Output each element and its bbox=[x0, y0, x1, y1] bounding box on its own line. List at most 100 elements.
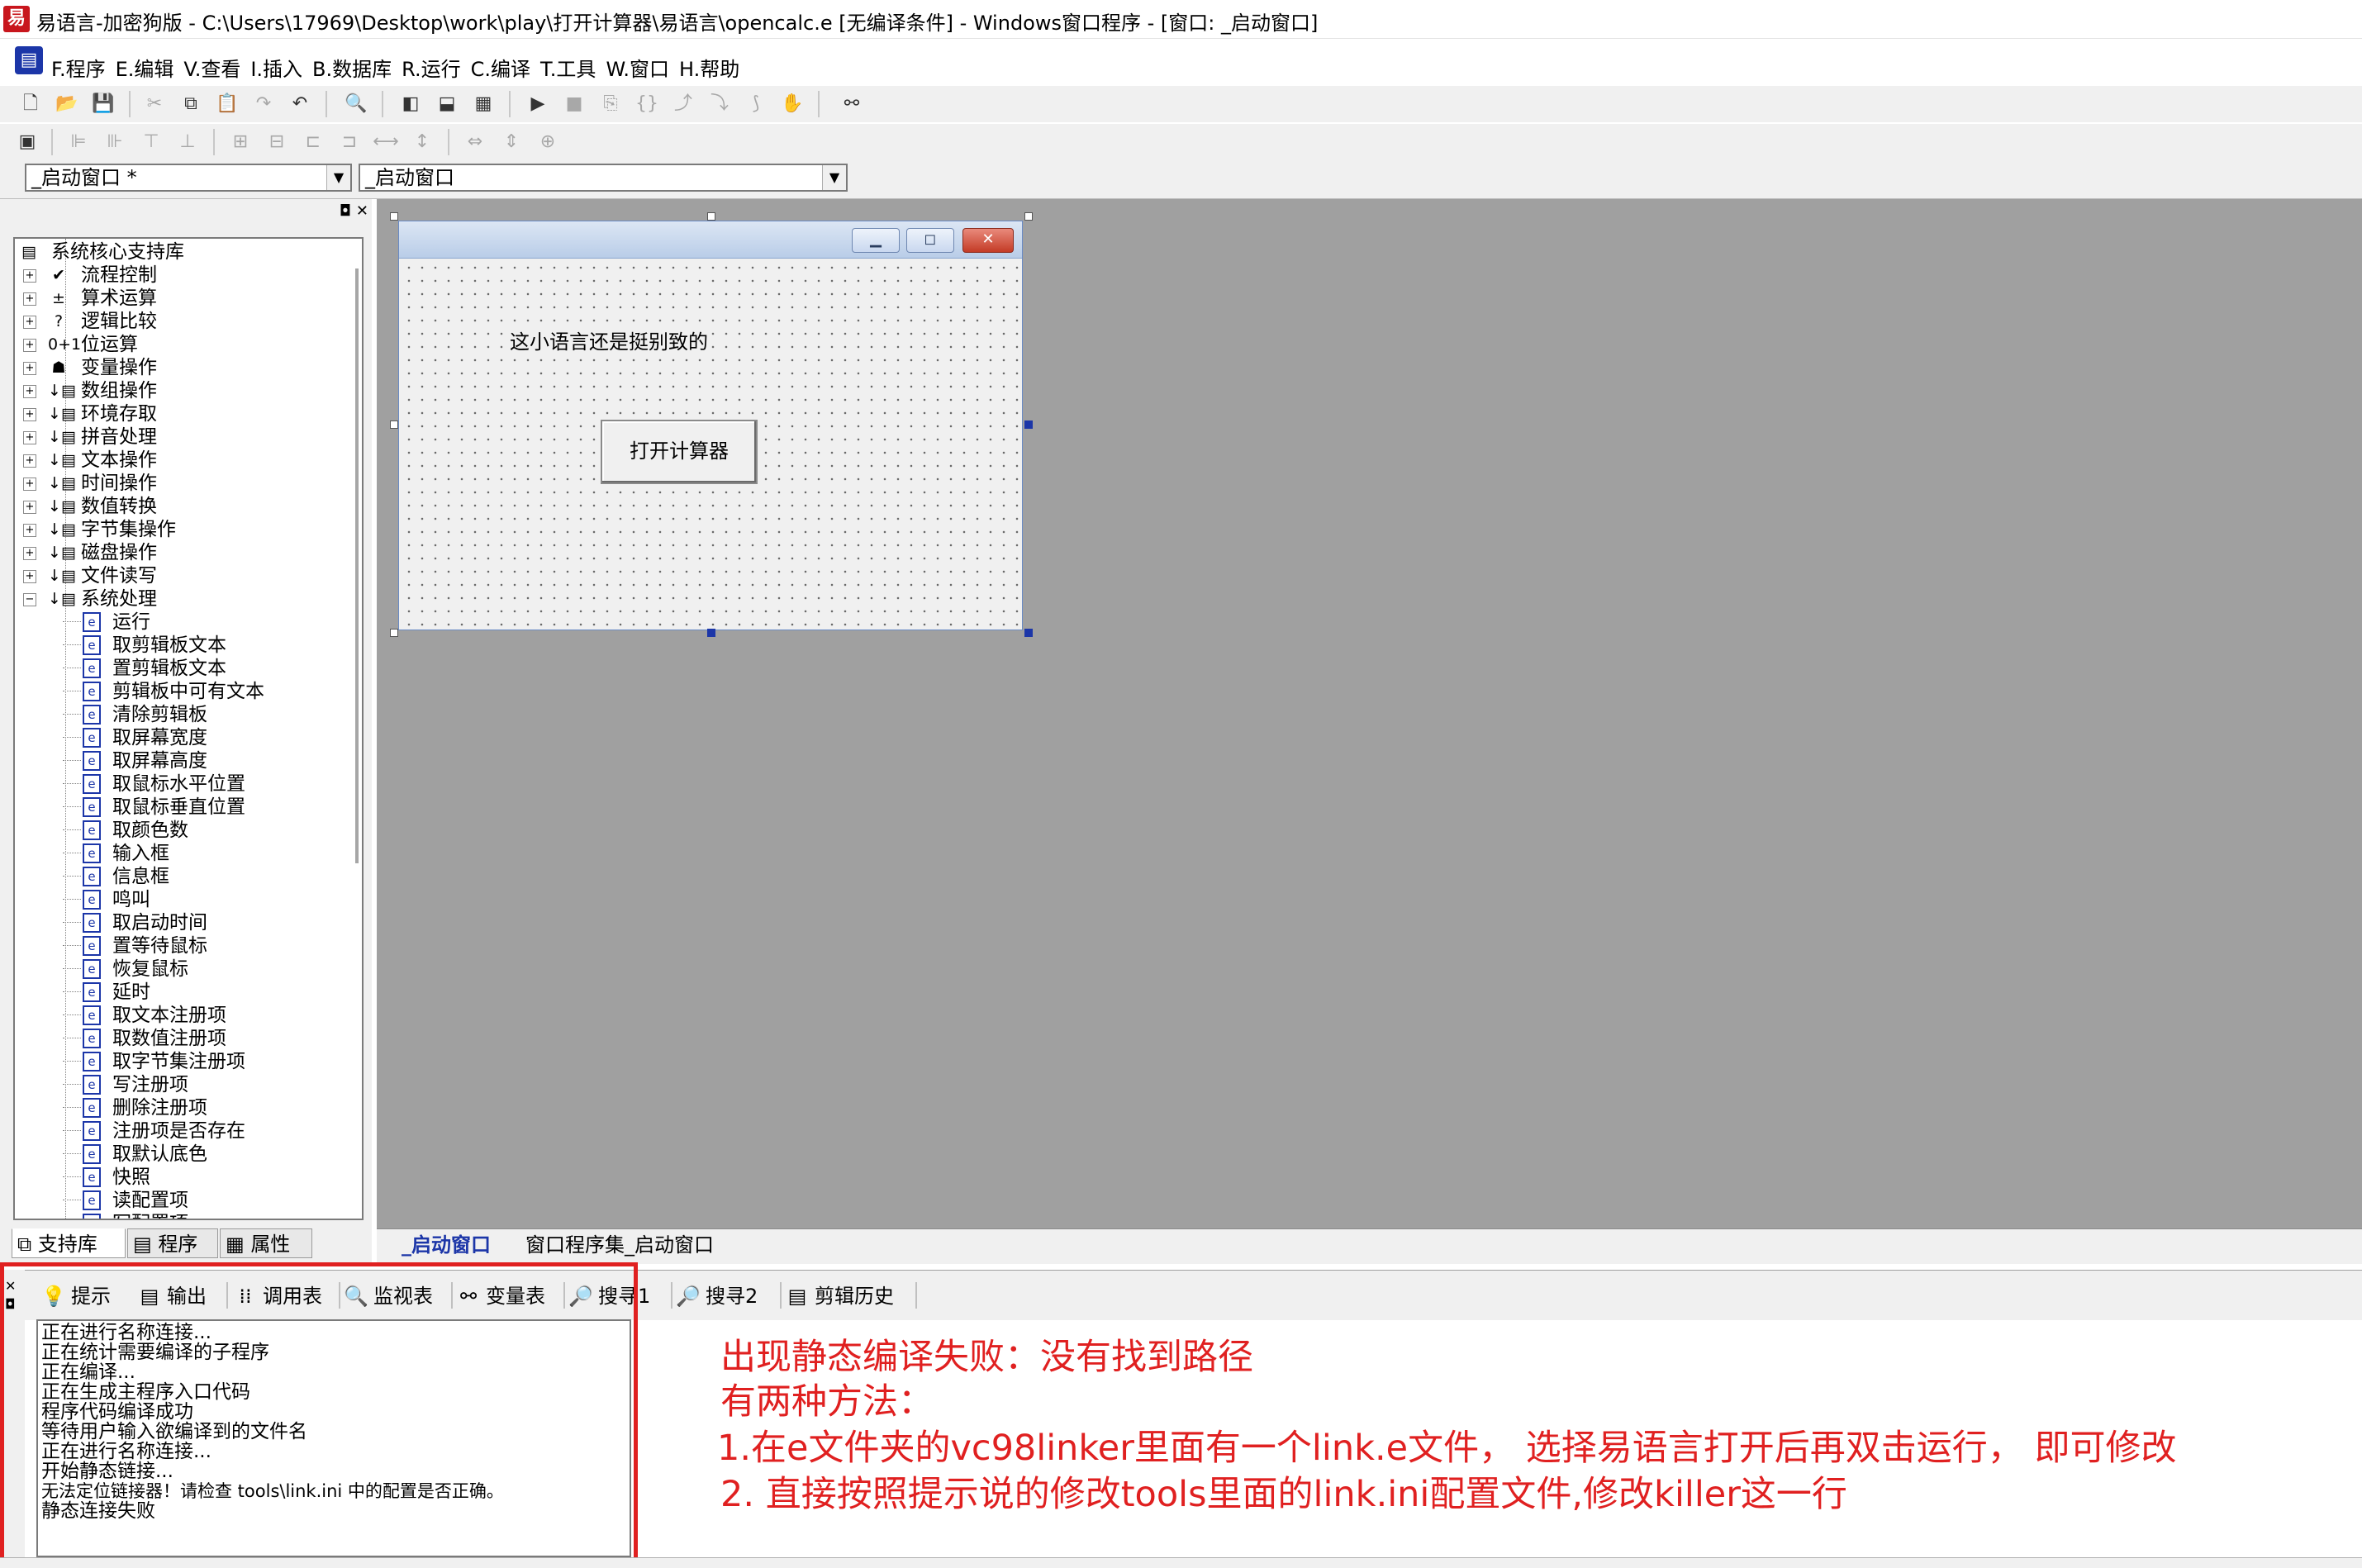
stretch-width-icon[interactable]: ⇔ bbox=[461, 129, 489, 155]
resize-handle[interactable] bbox=[1024, 421, 1033, 429]
menu-compile[interactable]: C.编译 bbox=[469, 53, 539, 82]
resize-handle[interactable] bbox=[1024, 629, 1033, 637]
command-icon: e bbox=[83, 751, 101, 771]
expand-icon[interactable]: + bbox=[23, 316, 36, 329]
maximize-icon[interactable]: ◻ bbox=[906, 228, 954, 253]
hand-icon[interactable]: ✋ bbox=[778, 91, 806, 117]
tree-command-label: 注册项是否存在 bbox=[112, 1120, 245, 1142]
tree-scrollbar[interactable] bbox=[355, 268, 359, 863]
save-icon[interactable]: 💾 bbox=[89, 91, 117, 117]
same-width-icon[interactable]: ⊏ bbox=[299, 129, 327, 155]
find-icon[interactable]: 🔍 bbox=[342, 91, 370, 117]
resize-handle[interactable] bbox=[390, 421, 398, 429]
resize-handle[interactable] bbox=[390, 629, 398, 637]
open-calculator-button[interactable]: 打开计算器 bbox=[601, 420, 758, 484]
menu-insert[interactable]: I.插入 bbox=[249, 53, 311, 82]
undo-icon[interactable]: ↶ bbox=[286, 91, 314, 117]
tab-find2[interactable]: 🔎 搜寻2 bbox=[676, 1281, 758, 1312]
tab-properties[interactable]: ▦ 属性 bbox=[220, 1228, 312, 1258]
document-icon[interactable]: ▤ bbox=[15, 46, 43, 74]
pin-icon[interactable]: ◘ bbox=[340, 202, 351, 220]
tab-support-library[interactable]: ⧉ 支持库 bbox=[12, 1228, 126, 1258]
menu-database[interactable]: B.数据库 bbox=[311, 53, 400, 82]
tab-window-program-set[interactable]: 窗口程序集_启动窗口 bbox=[525, 1231, 714, 1259]
align-top-icon[interactable]: ⊤ bbox=[137, 129, 165, 155]
expand-icon[interactable]: + bbox=[23, 362, 36, 375]
run-to-cursor-icon[interactable]: ⟆ bbox=[742, 91, 770, 117]
stop-icon[interactable]: ■ bbox=[560, 91, 588, 117]
expand-icon[interactable]: + bbox=[23, 454, 36, 468]
step-into-icon[interactable]: {} bbox=[633, 91, 661, 117]
resize-handle[interactable] bbox=[707, 629, 715, 637]
tree-command-label: 取颜色数 bbox=[112, 820, 188, 841]
expand-icon[interactable]: + bbox=[23, 478, 36, 491]
category-icon: 0+1 bbox=[48, 335, 82, 354]
paste-icon[interactable]: 📋 bbox=[213, 91, 241, 117]
expand-icon[interactable]: + bbox=[23, 501, 36, 514]
same-height-icon[interactable]: ⊐ bbox=[335, 129, 364, 155]
expand-icon[interactable]: + bbox=[23, 339, 36, 352]
tab-program[interactable]: ▤ 程序 bbox=[127, 1228, 218, 1258]
chevron-down-icon[interactable]: ▼ bbox=[822, 165, 846, 190]
menu-run[interactable]: R.运行 bbox=[400, 53, 468, 82]
expand-icon[interactable]: + bbox=[23, 292, 36, 306]
step-over-icon[interactable]: ⤴ bbox=[669, 91, 697, 117]
event-combo[interactable]: _启动窗口 ▼ bbox=[359, 164, 848, 192]
step-out-icon[interactable]: ⤵ bbox=[706, 91, 734, 117]
command-icon: e bbox=[83, 867, 101, 886]
center-vertical-icon[interactable]: ⊟ bbox=[263, 129, 291, 155]
layout-grid-icon[interactable]: ▦ bbox=[469, 91, 497, 117]
menu-program[interactable]: F.程序 bbox=[50, 53, 114, 82]
minimize-icon[interactable]: ▁ bbox=[852, 228, 900, 253]
object-combo[interactable]: _启动窗口 * ▼ bbox=[25, 164, 352, 192]
space-horizontal-icon[interactable]: ⟷ bbox=[372, 129, 400, 155]
menu-tools[interactable]: T.工具 bbox=[539, 53, 604, 82]
cut-icon[interactable]: ✂ bbox=[140, 91, 169, 117]
redo-icon[interactable]: ↷ bbox=[250, 91, 278, 117]
stretch-height-icon[interactable]: ⇕ bbox=[497, 129, 525, 155]
expand-icon[interactable]: + bbox=[23, 547, 36, 560]
menu-view[interactable]: V.查看 bbox=[182, 53, 249, 82]
tab-start-window[interactable]: _启动窗口 bbox=[402, 1231, 491, 1259]
step-icon[interactable]: ⎘ bbox=[596, 91, 625, 117]
center-horizontal-icon[interactable]: ⊞ bbox=[226, 129, 254, 155]
expand-icon[interactable]: + bbox=[23, 524, 36, 537]
collapse-icon[interactable]: − bbox=[23, 593, 36, 606]
library-tree[interactable]: ▤ 系统核心支持库 + ✔ 流程控制 + ± 算术运算 +? 逻辑比较 +0+1 位运算 + ☗ 变量操… bbox=[13, 237, 364, 1220]
resize-handle[interactable] bbox=[390, 212, 398, 221]
expand-icon[interactable]: + bbox=[23, 431, 36, 444]
program-icon: ▤ bbox=[133, 1233, 159, 1256]
resize-handle[interactable] bbox=[707, 212, 715, 221]
form-designer-canvas[interactable]: ▁ ◻ ✕ 这小语言还是挺别致的 打开计算器 bbox=[377, 199, 2362, 1228]
form-label[interactable]: 这小语言还是挺别致的 bbox=[506, 325, 711, 354]
expand-icon[interactable]: + bbox=[23, 408, 36, 421]
menu-window[interactable]: W.窗口 bbox=[604, 53, 677, 82]
resize-handle[interactable] bbox=[1024, 212, 1033, 221]
run-icon[interactable]: ▶ bbox=[524, 91, 552, 117]
center-form-icon[interactable]: ⊕ bbox=[534, 129, 562, 155]
expand-icon[interactable]: + bbox=[23, 385, 36, 398]
menu-edit[interactable]: E.编辑 bbox=[114, 53, 183, 82]
tab-clip-history[interactable]: ▤ 剪辑历史 bbox=[785, 1281, 894, 1312]
open-folder-icon[interactable]: 📂 bbox=[53, 91, 81, 117]
form-window[interactable]: ▁ ◻ ✕ 这小语言还是挺别致的 打开计算器 bbox=[398, 221, 1023, 630]
tree-category-label: 时间操作 bbox=[81, 473, 157, 494]
chevron-down-icon[interactable]: ▼ bbox=[326, 165, 350, 190]
space-vertical-icon[interactable]: ↕ bbox=[408, 129, 436, 155]
close-icon[interactable]: ✕ bbox=[356, 202, 368, 220]
close-icon[interactable]: ✕ bbox=[962, 228, 1014, 253]
copy-icon[interactable]: ⧉ bbox=[177, 91, 205, 117]
binoculars-icon[interactable]: ⚯ bbox=[838, 91, 866, 117]
form-caption-bar[interactable]: ▁ ◻ ✕ bbox=[399, 221, 1022, 259]
app-icon: 易 bbox=[3, 6, 30, 32]
new-file-icon[interactable]: 🗋 bbox=[17, 91, 45, 117]
align-left-icon[interactable]: ⊫ bbox=[64, 129, 93, 155]
form-icon[interactable]: ▣ bbox=[13, 129, 41, 155]
align-right-icon[interactable]: ⊪ bbox=[101, 129, 129, 155]
expand-icon[interactable]: + bbox=[23, 269, 36, 283]
layout-left-icon[interactable]: ◧ bbox=[397, 91, 425, 117]
layout-bottom-icon[interactable]: ⬓ bbox=[433, 91, 461, 117]
align-bottom-icon[interactable]: ⊥ bbox=[173, 129, 202, 155]
menu-help[interactable]: H.帮助 bbox=[677, 53, 748, 82]
expand-icon[interactable]: + bbox=[23, 570, 36, 583]
